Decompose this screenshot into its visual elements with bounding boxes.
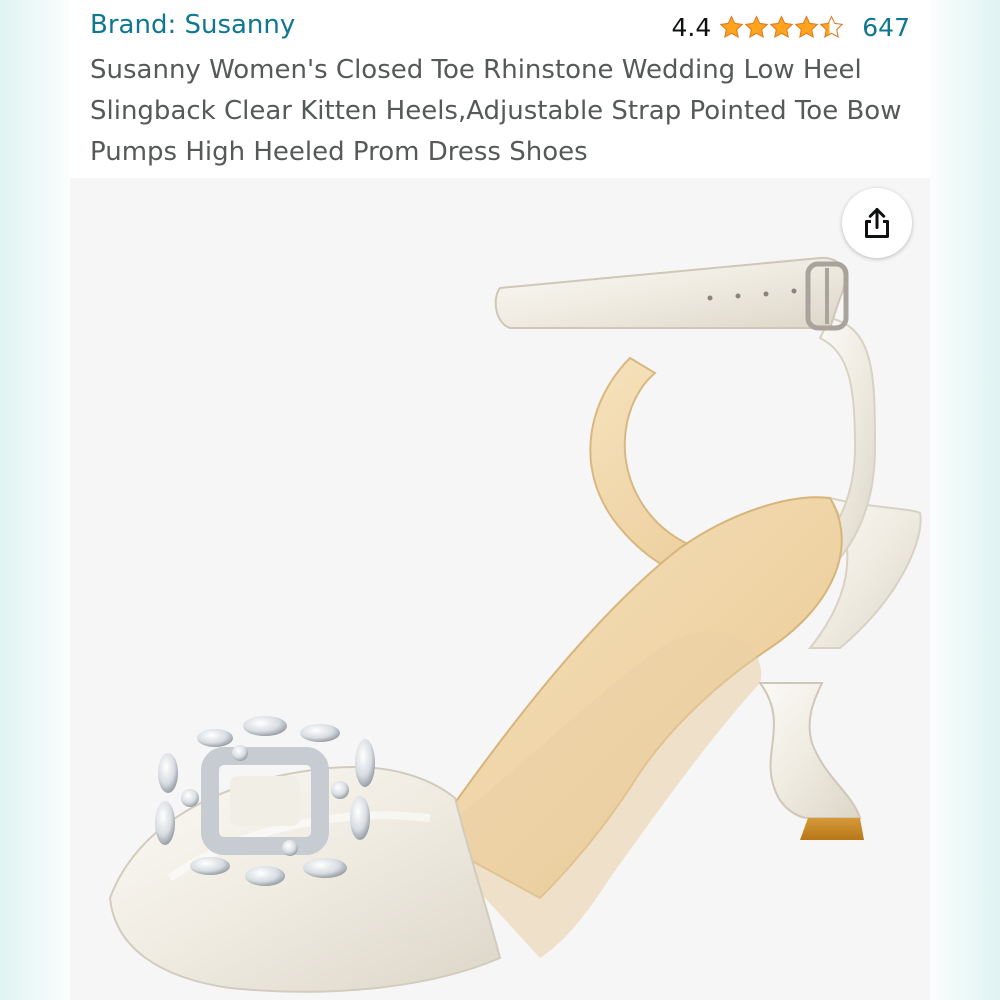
share-icon (865, 208, 889, 238)
star-icon (819, 14, 844, 38)
rating-value: 4.4 (671, 12, 712, 42)
product-image-gallery[interactable] (70, 178, 930, 1000)
product-image[interactable] (70, 178, 930, 1000)
product-header: Brand: Susanny 4.4 647 Susanny Women's C… (70, 0, 930, 178)
review-count[interactable]: 647 (862, 13, 910, 42)
star-icon (719, 14, 744, 38)
star-icon (744, 14, 769, 38)
star-icon (769, 14, 794, 38)
product-title: Susanny Women's Closed Toe Rhinstone Wed… (90, 55, 902, 167)
star-icon (794, 14, 819, 38)
share-button[interactable] (842, 188, 912, 258)
rating-summary[interactable]: 4.4 647 (672, 10, 910, 44)
star-rating (719, 14, 844, 40)
brand-link[interactable]: Brand: Susanny (90, 10, 295, 40)
